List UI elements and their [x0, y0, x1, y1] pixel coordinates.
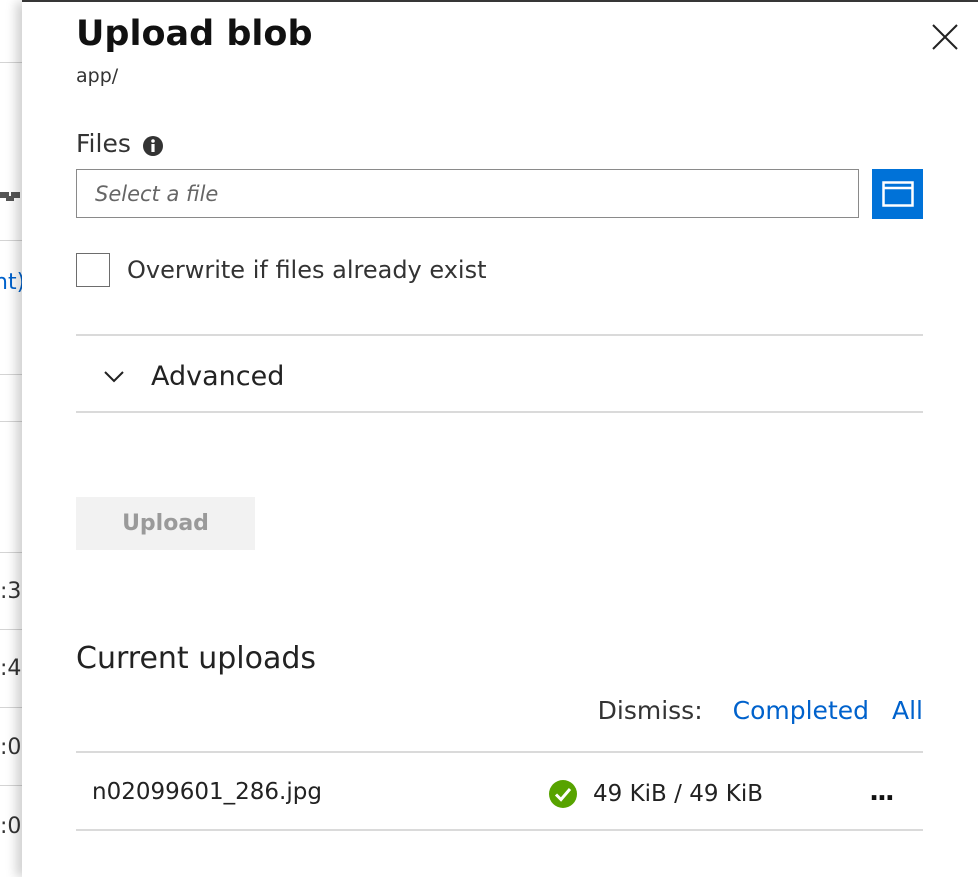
background-time-text: :3 — [0, 579, 22, 604]
folder-icon — [881, 181, 914, 207]
background-divider — [0, 629, 22, 630]
background-divider — [0, 421, 22, 422]
divider — [76, 411, 923, 413]
background-divider — [0, 374, 22, 375]
success-check-icon — [549, 780, 577, 808]
close-icon — [932, 24, 958, 50]
background-link-text[interactable]: nt) — [0, 270, 22, 295]
background-page: nt) :3 :4 :0 :0 — [0, 0, 22, 877]
dismiss-label: Dismiss: — [597, 696, 703, 725]
files-label-row: Files — [76, 129, 164, 158]
panel-title: Upload blob — [76, 14, 313, 54]
divider — [76, 829, 923, 831]
files-label: Files — [76, 129, 131, 158]
divider — [76, 751, 923, 753]
chevron-down-icon — [104, 371, 124, 383]
overwrite-checkbox[interactable] — [76, 253, 110, 287]
background-time-text: :0 — [0, 735, 22, 760]
background-divider — [0, 240, 22, 241]
overwrite-label: Overwrite if files already exist — [127, 256, 487, 284]
advanced-label: Advanced — [151, 360, 285, 392]
browse-files-button[interactable] — [872, 169, 923, 219]
close-button[interactable] — [930, 22, 960, 52]
screen: nt) :3 :4 :0 :0 Upload blob app/ Files — [0, 0, 978, 877]
background-time-text: :0 — [0, 814, 22, 839]
background-divider — [0, 785, 22, 786]
upload-progress-text: 49 KiB / 49 KiB — [593, 781, 764, 807]
overwrite-option[interactable]: Overwrite if files already exist — [76, 253, 487, 287]
background-divider — [0, 62, 22, 63]
advanced-section-toggle[interactable]: Advanced — [76, 339, 923, 413]
upload-file-name: n02099601_286.jpg — [92, 779, 322, 805]
upload-status: 49 KiB / 49 KiB — [548, 779, 763, 809]
background-time-text: :4 — [0, 656, 22, 681]
divider — [76, 334, 923, 336]
file-select-input[interactable] — [76, 169, 859, 218]
background-divider — [0, 552, 22, 553]
panel-subtitle: app/ — [76, 65, 119, 87]
more-options-button[interactable]: ... — [856, 774, 906, 810]
info-icon[interactable] — [142, 135, 164, 157]
background-divider — [0, 707, 22, 708]
upload-blob-panel: Upload blob app/ Files Over — [22, 2, 978, 877]
dismiss-row: Dismiss: Completed All — [598, 696, 923, 725]
background-link-icon — [0, 192, 20, 201]
upload-button[interactable]: Upload — [76, 497, 255, 550]
dismiss-all-link[interactable]: All — [892, 696, 923, 725]
dismiss-completed-link[interactable]: Completed — [733, 696, 869, 725]
upload-list-item: n02099601_286.jpg 49 KiB / 49 KiB ... — [76, 755, 923, 831]
current-uploads-title: Current uploads — [76, 641, 317, 676]
